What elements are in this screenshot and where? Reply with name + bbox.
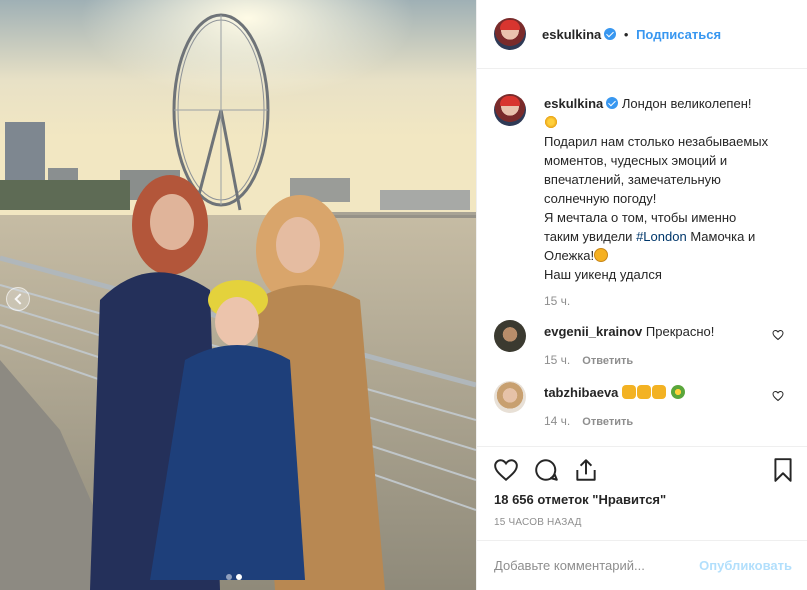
bookmark-icon[interactable]	[770, 457, 796, 483]
caption-line: таким увидели	[544, 229, 633, 244]
comment-item: evgenii_krainov Прекрасно! 15 ч. Ответить	[477, 320, 807, 367]
posted-time[interactable]: 15 ЧАСОВ НАЗАД	[494, 517, 582, 528]
carousel-dot	[226, 574, 232, 580]
heart-icon[interactable]	[772, 329, 784, 341]
follow-button[interactable]: Подписаться	[636, 27, 721, 42]
reply-button[interactable]: Ответить	[582, 416, 633, 428]
photo-illustration	[0, 0, 476, 590]
post-photo[interactable]	[0, 0, 476, 590]
caption-line: Олежка!	[544, 248, 595, 263]
commenter-username[interactable]: tabzhibaeva	[544, 385, 618, 400]
verified-icon	[606, 97, 619, 109]
flower-emoji-icon	[670, 385, 685, 399]
heart-icon[interactable]	[772, 390, 784, 402]
comment-input[interactable]	[494, 558, 700, 573]
comments-section[interactable]: eskulkina Лондон великолепен! Подарил на…	[477, 70, 807, 446]
carousel-indicator	[226, 574, 242, 580]
caption-time[interactable]: 15 ч.	[544, 294, 807, 308]
caption-text: eskulkina Лондон великолепен! Подарил на…	[544, 94, 792, 284]
publish-button[interactable]: Опубликовать	[699, 558, 792, 573]
comment-text: Прекрасно!	[645, 324, 715, 339]
reply-button[interactable]: Ответить	[582, 355, 633, 367]
caption-line: солнечную погоду!	[544, 191, 657, 206]
heart-icon[interactable]	[493, 457, 519, 483]
heart-eyes-emoji-icon	[594, 248, 609, 262]
comment-item: tabzhibaeva 14 ч. Ответить	[477, 381, 807, 428]
commenter-avatar[interactable]	[494, 381, 526, 413]
comment-time[interactable]: 15 ч.	[544, 353, 570, 367]
verified-icon	[604, 27, 617, 40]
carousel-dot-active	[236, 574, 242, 580]
likes-count[interactable]: 18 656 отметок "Нравится"	[494, 492, 666, 507]
comment-icon[interactable]	[533, 457, 559, 483]
post-header: eskulkina • Подписаться	[477, 0, 807, 69]
author-username[interactable]: eskulkina	[542, 27, 601, 42]
commenter-avatar[interactable]	[494, 320, 526, 352]
caption-avatar[interactable]	[494, 94, 526, 126]
hashtag-link[interactable]: #London	[636, 229, 687, 244]
caption-line: Наш уикенд удался	[544, 267, 662, 282]
caption: eskulkina Лондон великолепен! Подарил на…	[477, 70, 807, 284]
add-comment-bar: Опубликовать	[477, 540, 807, 590]
post-actions: 18 656 отметок "Нравится" 15 ЧАСОВ НАЗАД	[477, 446, 807, 540]
caption-line: Лондон великолепен!	[621, 96, 752, 111]
share-icon[interactable]	[573, 457, 599, 483]
sparkle-emoji-icon	[544, 115, 558, 129]
caption-username[interactable]: eskulkina	[544, 96, 603, 111]
caption-line: Мамочка и	[690, 229, 756, 244]
chevron-left-icon[interactable]	[6, 287, 30, 311]
caption-line: моментов, чудесных эмоций и	[544, 153, 728, 168]
author-avatar[interactable]	[494, 18, 526, 50]
caption-line: Подарил нам столько незабываемых	[544, 134, 769, 149]
comment-time[interactable]: 14 ч.	[544, 414, 570, 428]
caption-line: впечатлений, замечательную	[544, 172, 721, 187]
caption-line: Я мечтала о том, чтобы именно	[544, 210, 737, 225]
commenter-username[interactable]: evgenii_krainov	[544, 324, 642, 339]
header-user: eskulkina • Подписаться	[542, 27, 721, 42]
post-side-panel: eskulkina • Подписаться eskulkina Лондон…	[476, 0, 807, 590]
clap-emoji-icon	[622, 385, 667, 400]
separator: •	[623, 26, 629, 42]
